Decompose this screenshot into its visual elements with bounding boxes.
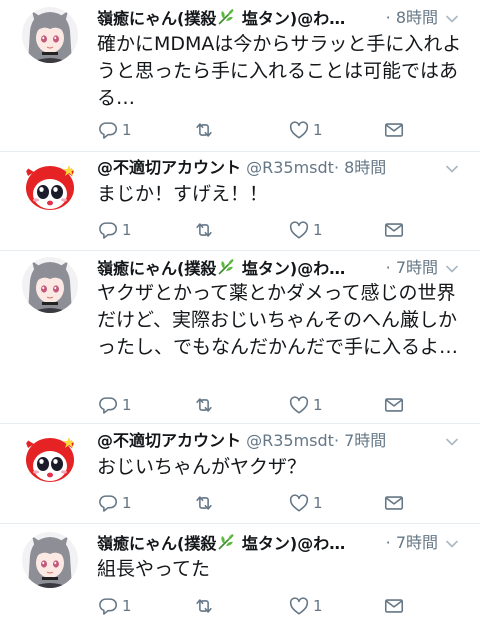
caret-down-icon[interactable] [444,536,460,552]
tweet-header: @不適切アカウント @R35msdt· 8時間 [97,157,468,179]
avatar[interactable] [22,532,78,588]
leaf-emoji-icon [216,7,236,27]
share-button[interactable] [383,393,405,417]
reply-icon [97,394,119,416]
tweet-actions: 1 1 [97,393,417,417]
reply-count: 1 [122,221,132,239]
like-count: 1 [313,494,323,512]
separator [0,423,480,424]
retweet-icon [193,492,215,514]
like-button[interactable]: 1 [288,491,323,515]
reply-button[interactable]: 1 [97,594,132,618]
leaf-emoji-icon [216,257,236,277]
user-handle[interactable]: @R35msdt [246,158,334,177]
retweet-button[interactable] [193,118,218,142]
leaf-emoji-icon [216,532,236,552]
like-count: 1 [313,396,323,414]
separator [0,151,480,152]
display-name[interactable]: 嶺癒にゃん(撲殺 [97,534,216,553]
retweet-button[interactable] [193,218,218,242]
like-button[interactable]: 1 [288,393,323,417]
reply-count: 1 [122,121,132,139]
share-button[interactable] [383,218,405,242]
display-name[interactable]: 嶺癒にゃん(撲殺 [97,9,216,28]
tweet-text: まじか！すげえ！！ [97,183,269,205]
display-name[interactable]: 嶺癒にゃん(撲殺 [97,259,216,278]
caret-down-icon[interactable] [444,161,460,177]
tweet-actions: 1 1 [97,218,417,242]
user-handle[interactable]: @R35msdt [246,431,334,450]
reply-button[interactable]: 1 [97,218,132,242]
avatar[interactable] [22,430,78,486]
retweet-icon [193,595,215,617]
tweet-header: 嶺癒にゃん(撲殺 塩タン)@わ… · 7時間 [97,532,468,554]
tweet-header: @不適切アカウント @R35msdt· 7時間 [97,430,468,452]
like-button[interactable]: 1 [288,594,323,618]
display-name-suffix[interactable]: 塩タン)@わ… [236,9,345,28]
timestamp[interactable]: · 7時間 [334,431,386,450]
like-icon [288,595,310,617]
share-icon [383,394,405,416]
display-name-suffix[interactable]: 塩タン)@わ… [236,534,345,553]
retweet-icon [193,119,215,141]
reply-count: 1 [122,494,132,512]
timestamp[interactable]: · 8時間 [386,7,438,29]
share-button[interactable] [383,594,405,618]
caret-down-icon[interactable] [444,11,460,27]
tweet-text: 確かにMDMAは今からサラッと手に入れようと思ったら手に入れることは可能ではある… [97,33,462,109]
avatar[interactable] [22,158,78,214]
tweet-actions: 1 1 [97,118,417,142]
retweet-button[interactable] [193,491,218,515]
share-button[interactable] [383,491,405,515]
tweet-header: 嶺癒にゃん(撲殺 塩タン)@わ… · 8時間 [97,7,468,29]
reply-icon [97,119,119,141]
timestamp[interactable]: · 7時間 [386,532,438,554]
separator [0,523,480,524]
caret-down-icon[interactable] [444,261,460,277]
share-icon [383,595,405,617]
retweet-icon [193,394,215,416]
like-count: 1 [313,597,323,615]
display-name-suffix[interactable]: 塩タン)@わ… [236,259,345,278]
avatar[interactable] [22,257,78,313]
timestamp[interactable]: · 8時間 [334,158,386,177]
like-icon [288,119,310,141]
display-name[interactable]: @不適切アカウント [97,158,241,177]
like-button[interactable]: 1 [288,118,323,142]
like-icon [288,219,310,241]
retweet-button[interactable] [193,393,218,417]
reply-button[interactable]: 1 [97,118,132,142]
like-count: 1 [313,221,323,239]
separator [0,250,480,251]
tweet-text: おじいちゃんがヤクザ？ [97,456,307,478]
display-name[interactable]: @不適切アカウント [97,431,241,450]
reply-icon [97,492,119,514]
tweet-text: 組長やってた [97,558,211,580]
reply-count: 1 [122,597,132,615]
like-icon [288,394,310,416]
share-icon [383,492,405,514]
reply-button[interactable]: 1 [97,491,132,515]
avatar[interactable] [22,7,78,63]
tweet-actions: 1 1 [97,594,417,618]
tweet-header: 嶺癒にゃん(撲殺 塩タン)@わ… · 7時間 [97,257,468,279]
tweet-actions: 1 1 [97,491,417,515]
share-button[interactable] [383,118,405,142]
caret-down-icon[interactable] [444,434,460,450]
share-icon [383,119,405,141]
retweet-icon [193,219,215,241]
timestamp[interactable]: · 7時間 [386,257,438,279]
reply-icon [97,595,119,617]
reply-button[interactable]: 1 [97,393,132,417]
like-count: 1 [313,121,323,139]
reply-count: 1 [122,396,132,414]
tweet-text: ヤクザとかって薬とかダメって感じの世界だけど、実際おじいちゃんそのへん厳しかった… [97,282,459,358]
retweet-button[interactable] [193,594,218,618]
like-button[interactable]: 1 [288,218,323,242]
share-icon [383,219,405,241]
like-icon [288,492,310,514]
reply-icon [97,219,119,241]
